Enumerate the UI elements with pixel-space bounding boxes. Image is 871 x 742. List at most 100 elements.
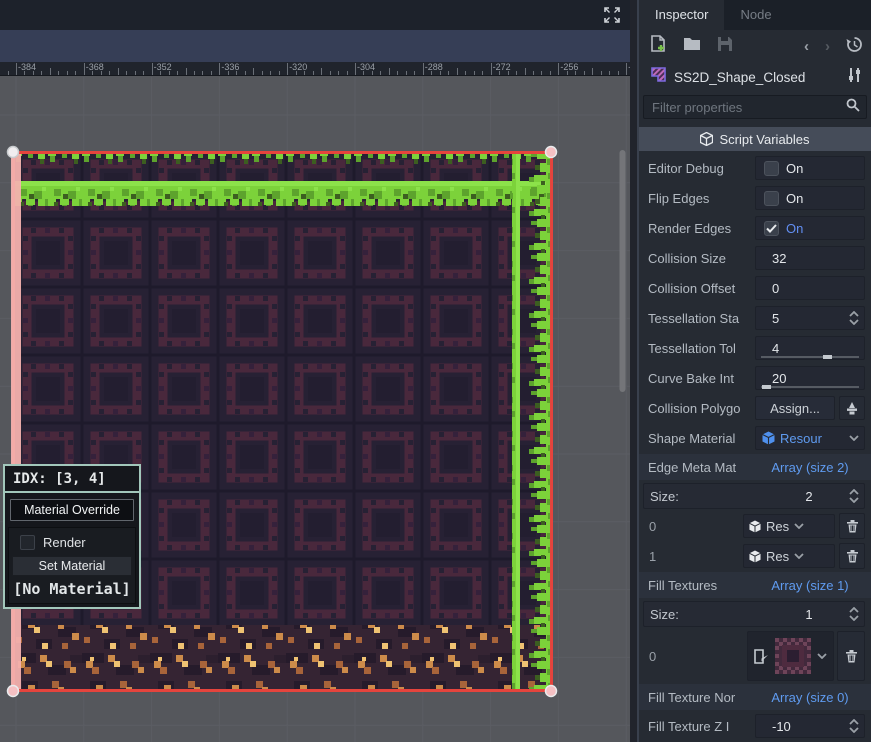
viewport-topbar (0, 0, 630, 30)
inspector-toolbar: ‹ › (639, 30, 871, 63)
prop-tessellation-tolerance: Tessellation Tol 4 (639, 333, 871, 363)
slider-grabber[interactable] (823, 355, 832, 359)
set-material-button[interactable]: Set Material (12, 556, 132, 576)
pick-node-button[interactable] (839, 396, 865, 420)
material-override-button[interactable]: Material Override (10, 499, 134, 521)
property-list: Script Variables Editor Debug On Flip Ed… (639, 127, 871, 741)
filter-row (639, 91, 871, 125)
slider-track[interactable] (761, 356, 859, 358)
checkbox-checked[interactable] (764, 221, 779, 236)
godot-editor: -384-368-352-336-320-304-288-272-256-240 (0, 0, 871, 742)
slider-grabber[interactable] (762, 385, 771, 389)
array-size-link[interactable]: Array (size 2) (755, 460, 865, 475)
fill-textures-size-row: Size: 1 (639, 599, 871, 629)
object-history-icon[interactable] (846, 36, 863, 58)
dock-tabbar: Inspector Node (639, 0, 871, 30)
edge-material-popup: IDX: [3, 4] Material Override Render Set… (3, 464, 141, 609)
edge-meta-item-0: 0 Res (639, 511, 871, 541)
checkbox-unchecked[interactable] (764, 161, 779, 176)
prop-collision-polygon: Collision Polygo Assign... (639, 393, 871, 423)
trash-icon (846, 519, 859, 533)
prop-render-edges: Render Edges On (639, 213, 871, 243)
prop-fill-texture-z-index: Fill Texture Z I -10 (639, 711, 871, 741)
prop-edge-meta-materials[interactable]: Edge Meta Mat Array (size 2) (639, 454, 871, 480)
slider-track[interactable] (761, 386, 859, 388)
new-resource-icon[interactable] (650, 35, 667, 58)
no-material-label: [No Material] (12, 576, 132, 600)
cube-icon (700, 132, 713, 146)
resource-dropdown[interactable]: Resour (755, 426, 865, 450)
v-scrollbar[interactable] (620, 150, 626, 392)
resource-cube-icon (749, 550, 761, 563)
tab-node[interactable]: Node (724, 0, 787, 30)
edge-meta-item-1: 1 Res (639, 541, 871, 571)
delete-item-button[interactable] (839, 513, 865, 539)
delete-item-button[interactable] (839, 543, 865, 569)
ss2d-node-icon (650, 66, 667, 88)
fill-texture-item-0: 0 (639, 629, 871, 683)
texture-thumbnail[interactable] (775, 638, 811, 674)
object-name: SS2D_Shape_Closed (674, 70, 841, 85)
edge-meta-size-row: Size: 2 (639, 481, 871, 511)
filter-properties-input[interactable] (652, 100, 846, 115)
save-resource-icon[interactable] (717, 36, 733, 57)
spin-field[interactable]: 5 (755, 306, 865, 330)
array-size-link[interactable]: Array (size 1) (755, 578, 865, 593)
chevron-down-icon (849, 435, 859, 441)
prop-editor-debug: Editor Debug On (639, 153, 871, 183)
edge-index-label: IDX: [3, 4] (5, 466, 139, 493)
resource-dropdown[interactable]: Res (743, 514, 835, 538)
tab-inspector[interactable]: Inspector (639, 0, 724, 30)
grass-right-edge (512, 154, 552, 689)
spinner-icon[interactable] (849, 311, 859, 325)
viewport-toolbar-strip (0, 30, 630, 62)
property-tools-icon[interactable] (848, 67, 862, 88)
vertex-handle-bottom-left[interactable] (8, 686, 19, 697)
spin-field[interactable]: -10 (755, 714, 865, 738)
history-back-icon[interactable]: ‹ (804, 38, 809, 55)
canvas-area[interactable]: IDX: [3, 4] Material Override Render Set… (0, 77, 630, 742)
chevron-down-icon[interactable] (817, 653, 827, 659)
checkbox-unchecked[interactable] (764, 191, 779, 206)
prop-curve-bake-interval: Curve Bake Int 20 (639, 363, 871, 393)
scene-render (0, 77, 630, 742)
resource-cube-icon (749, 520, 761, 533)
number-field[interactable]: 32 (755, 246, 865, 270)
panel-splitter[interactable] (630, 0, 637, 742)
prop-collision-size: Collision Size 32 (639, 243, 871, 273)
edit-resource-icon[interactable] (754, 649, 769, 664)
ss2d-shape[interactable] (8, 147, 557, 697)
vertex-handle-top-right[interactable] (546, 147, 557, 158)
load-resource-icon[interactable] (683, 36, 701, 57)
history-forward-icon[interactable]: › (825, 38, 830, 55)
prop-fill-textures[interactable]: Fill Textures Array (size 1) (639, 572, 871, 598)
expand-icon[interactable] (602, 5, 622, 25)
slider-field[interactable]: 20 (755, 366, 865, 390)
prop-tessellation-stages: Tessellation Sta 5 (639, 303, 871, 333)
grass-top-edge (13, 154, 552, 206)
resource-cube-icon (762, 431, 775, 445)
resource-dropdown[interactable]: Res (743, 544, 835, 568)
spinner-icon[interactable] (849, 489, 859, 503)
edited-object-row: SS2D_Shape_Closed (639, 63, 871, 91)
slider-field[interactable]: 4 (755, 336, 865, 360)
vertex-handle-bottom-right[interactable] (546, 686, 557, 697)
delete-item-button[interactable] (837, 631, 865, 681)
render-label: Render (43, 535, 86, 550)
prop-collision-offset: Collision Offset 0 (639, 273, 871, 303)
array-size-link[interactable]: Array (size 0) (755, 690, 865, 705)
prop-fill-texture-normals[interactable]: Fill Texture Nor Array (size 0) (639, 684, 871, 710)
search-icon (846, 98, 860, 117)
number-field[interactable]: 0 (755, 276, 865, 300)
assign-node-button[interactable]: Assign... (755, 396, 835, 420)
chevron-down-icon (794, 553, 804, 559)
spinner-icon[interactable] (849, 607, 859, 621)
render-checkbox[interactable] (20, 535, 35, 550)
trash-icon (845, 649, 858, 663)
spinner-icon[interactable] (849, 719, 859, 733)
trash-icon (846, 549, 859, 563)
category-script-variables[interactable]: Script Variables (639, 127, 871, 151)
viewport-2d[interactable]: -384-368-352-336-320-304-288-272-256-240 (0, 0, 630, 742)
vertex-handle-top-left[interactable] (8, 147, 19, 158)
chevron-down-icon (794, 523, 804, 529)
